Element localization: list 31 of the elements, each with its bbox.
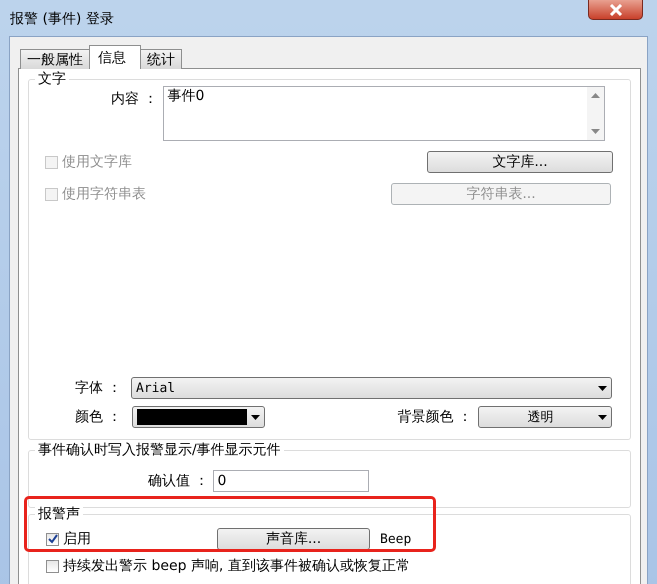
- group-title: 事件确认时写入报警显示/事件显示元件: [35, 442, 284, 458]
- field-label: 字体 ：: [75, 379, 122, 397]
- sound-name: Beep: [380, 532, 412, 546]
- tab[interactable]: 一般属性: [20, 49, 90, 69]
- checkbox-label[interactable]: 启用: [63, 530, 91, 548]
- scroll-up-icon[interactable]: [591, 93, 600, 98]
- font-dropdown[interactable]: Arial: [131, 377, 612, 399]
- scroll-down-icon[interactable]: [591, 129, 600, 134]
- tab[interactable]: 信息: [89, 45, 141, 69]
- background-color-dropdown[interactable]: 透明: [478, 406, 612, 428]
- checkbox-label[interactable]: 持续发出警示 beep 声响, 直到该事件被确认或恢复正常: [63, 557, 410, 575]
- group-title: 报警声: [35, 506, 83, 522]
- close-icon: [608, 4, 622, 16]
- confirm-value-field[interactable]: 0: [213, 470, 370, 492]
- color-dropdown[interactable]: [132, 406, 265, 428]
- field-label: 内容 ：: [111, 90, 158, 108]
- window-title: 报警 (事件) 登录: [10, 10, 114, 28]
- group-title: 文字: [35, 71, 69, 87]
- tab[interactable]: 统计: [140, 49, 182, 69]
- field-label: 颜色 ：: [75, 408, 122, 426]
- close-button[interactable]: [588, 0, 643, 20]
- field-label: 确认值 ：: [148, 472, 208, 490]
- dropdown-caret-icon: [251, 414, 260, 420]
- dropdown-caret-icon: [598, 414, 607, 420]
- sound-library-button[interactable]: 声音库...: [217, 528, 370, 550]
- checkbox[interactable]: [46, 560, 59, 572]
- text-library-button[interactable]: 文字库...: [427, 151, 613, 173]
- field-label: 背景颜色 ：: [398, 408, 472, 426]
- content-field[interactable]: 事件0: [163, 86, 606, 141]
- dropdown-caret-icon: [598, 386, 607, 390]
- checkbox[interactable]: [46, 532, 59, 546]
